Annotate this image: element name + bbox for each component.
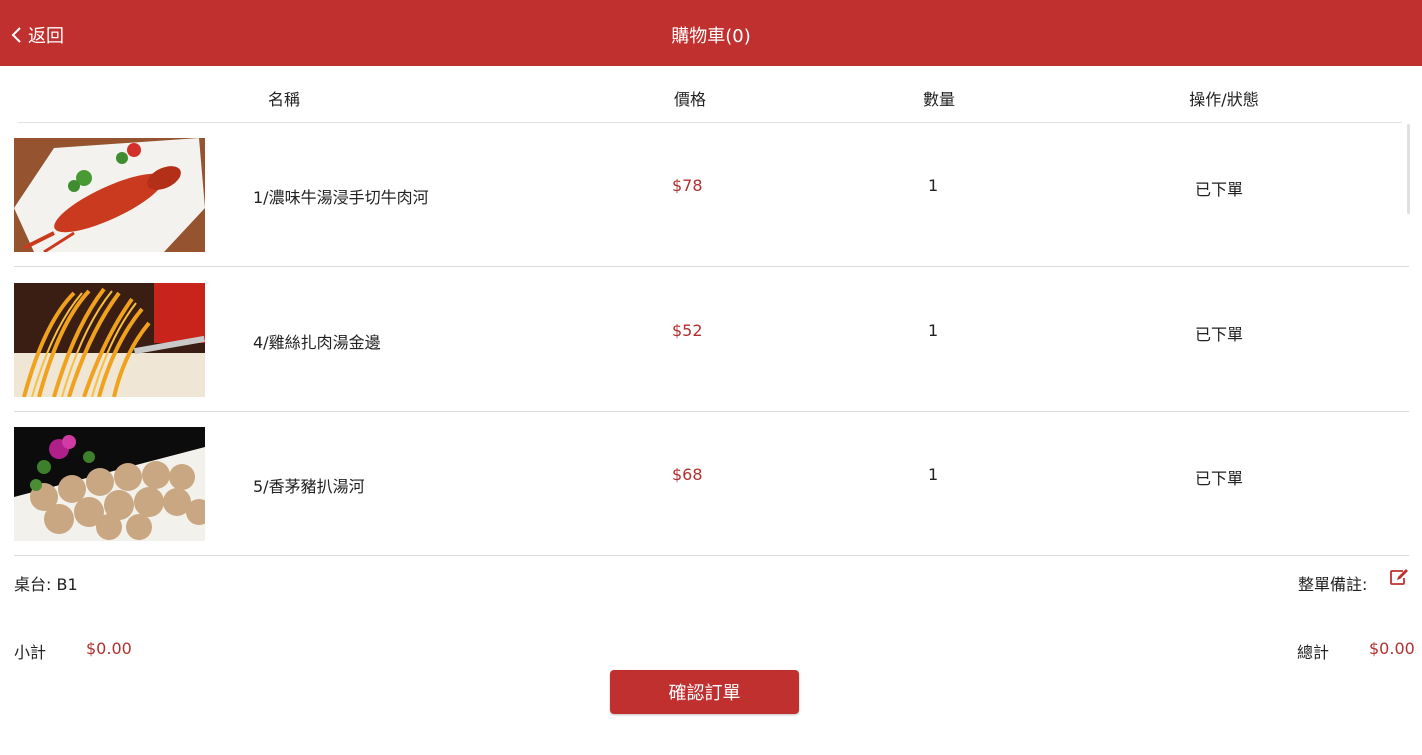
total-label: 總計 [1297,643,1330,662]
page-title: 購物車(0) [671,26,751,47]
item-status: 已下單 [1195,469,1244,488]
subtotal-label: 小計 [14,643,47,662]
table-number: 桌台: B1 [14,575,78,594]
item-price: $78 [672,176,703,195]
item-image-lobster [14,138,205,252]
subtotal-value: $0.00 [86,639,132,658]
order-remark-label: 整單備註: [1298,575,1368,594]
column-header-name: 名稱 [267,90,301,109]
item-image-meatballs [14,427,205,541]
edit-icon[interactable] [1389,568,1409,590]
table-header: 名稱 價格 數量 操作/狀態 [0,86,1422,110]
item-status: 已下單 [1195,325,1244,344]
item-price: $68 [672,465,703,484]
cart-item-row: 5/香茅豬扒湯河 $68 1 已下單 [0,412,1422,556]
cart-item-row: 1/濃味牛湯浸手切牛肉河 $78 1 已下單 [0,123,1422,267]
item-quantity: 1 [928,321,939,340]
item-name: 4/雞絲扎肉湯金邊 [253,333,381,352]
column-header-price: 價格 [673,90,707,109]
item-name: 5/香茅豬扒湯河 [253,477,365,496]
item-quantity: 1 [928,176,939,195]
column-header-quantity: 數量 [922,90,956,109]
item-quantity: 1 [928,465,939,484]
cart-item-row: 4/雞絲扎肉湯金邊 $52 1 已下單 [0,268,1422,412]
total-value: $0.00 [1369,639,1415,658]
top-bar: 返回 購物車(0) [0,0,1422,66]
confirm-order-button[interactable]: 確認訂單 [610,670,799,714]
item-name: 1/濃味牛湯浸手切牛肉河 [253,188,429,207]
item-status: 已下單 [1195,180,1244,199]
row-divider [14,266,1409,267]
row-divider [14,555,1409,556]
item-price: $52 [672,321,703,340]
item-image-noodles [14,283,205,397]
column-header-status: 操作/狀態 [1189,90,1259,109]
